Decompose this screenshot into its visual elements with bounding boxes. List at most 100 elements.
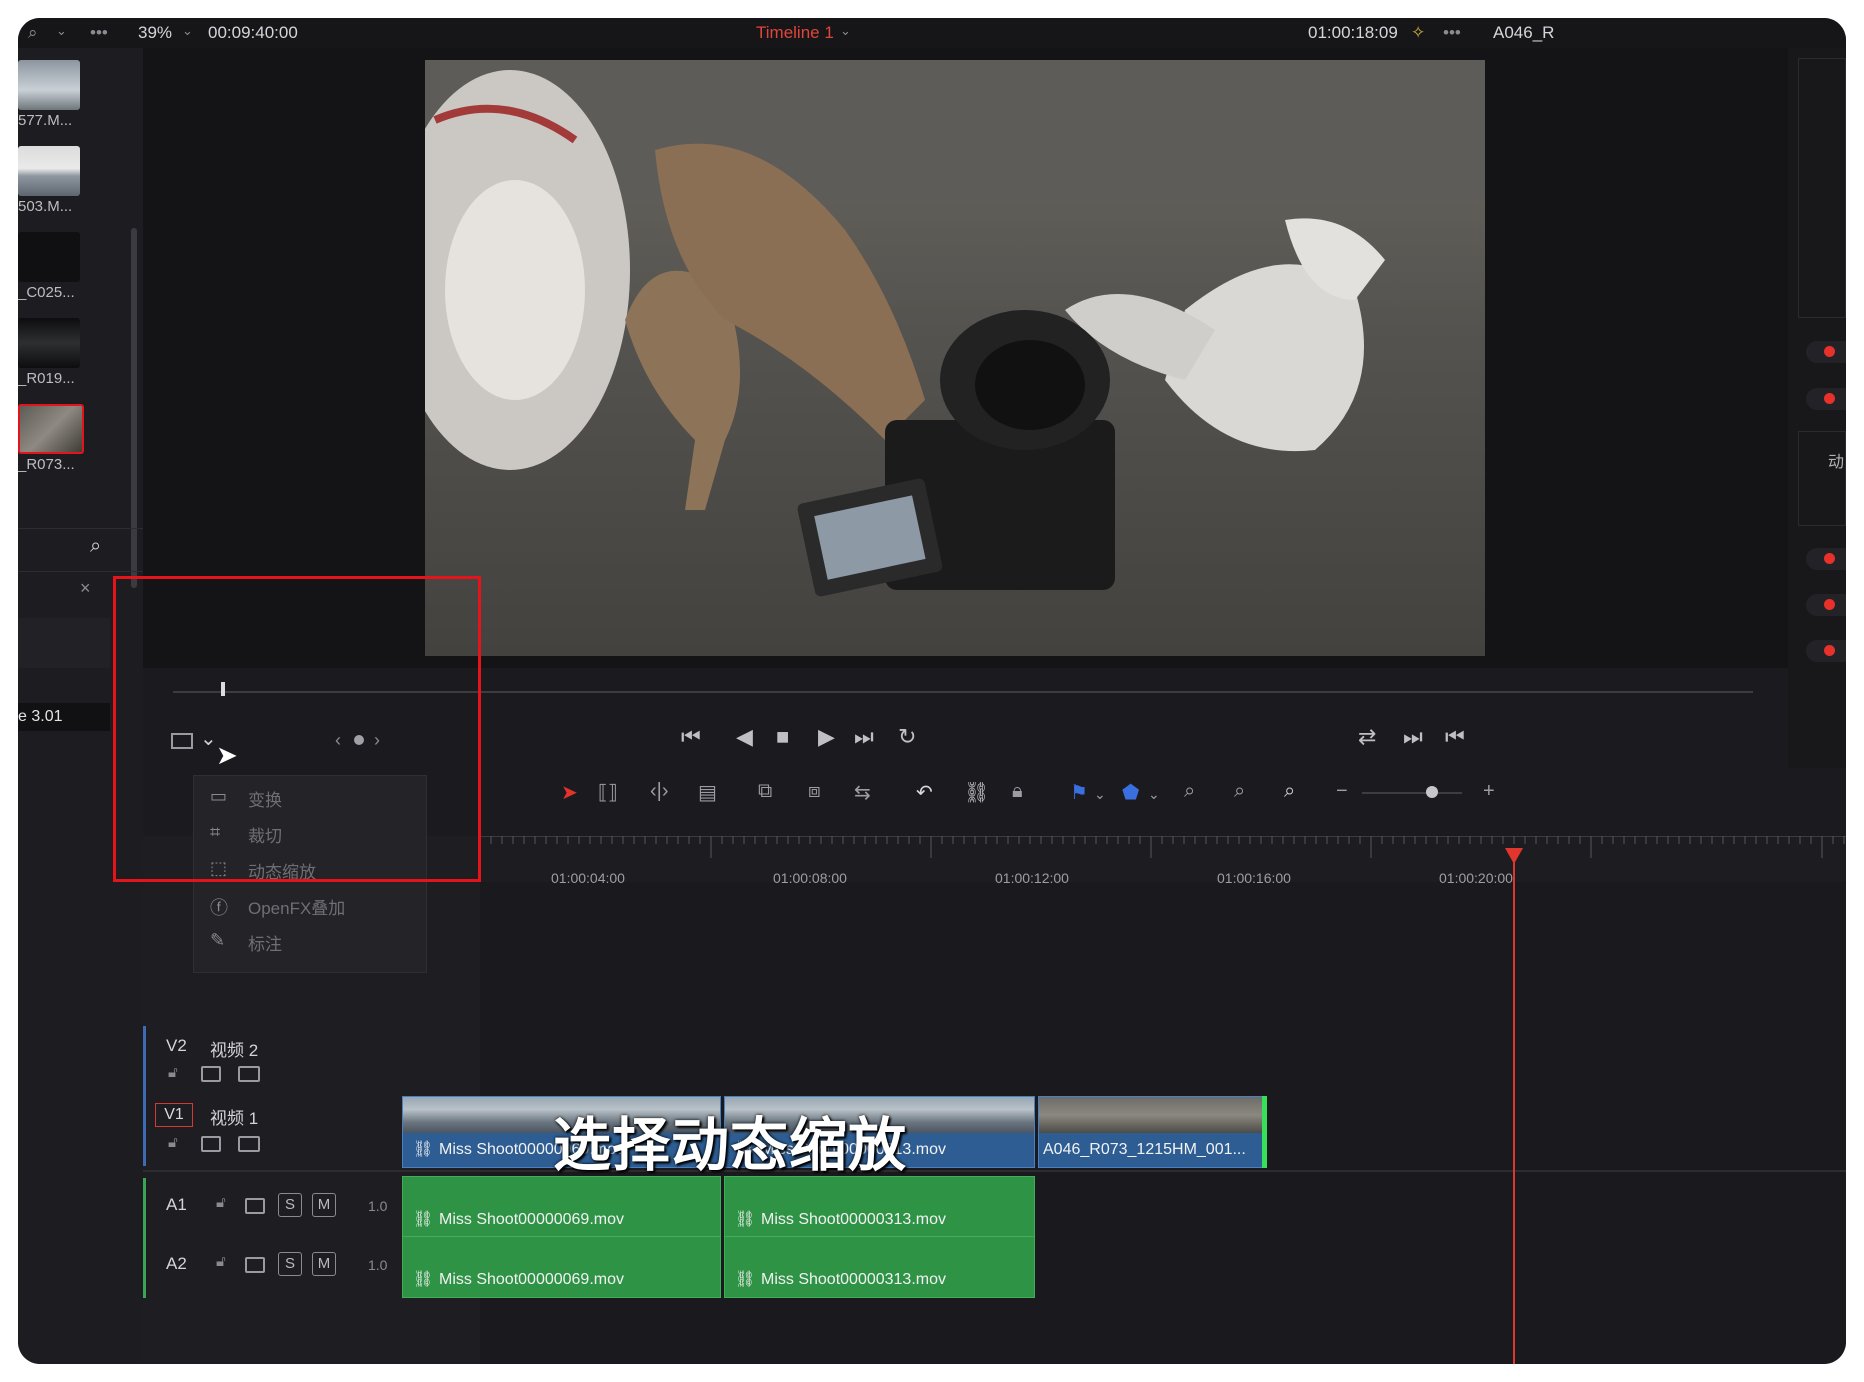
zoom-out-icon[interactable]: −	[1336, 780, 1348, 803]
more-icon[interactable]: •••	[90, 23, 108, 43]
mute-button[interactable]: M	[312, 1252, 336, 1276]
lock-icon[interactable]: 🔓︎	[216, 1253, 226, 1270]
solo-button[interactable]: S	[278, 1193, 302, 1217]
search-icon[interactable]: ⌕	[28, 23, 38, 43]
chevron-down-icon[interactable]: ⌄	[1094, 786, 1106, 803]
timeline-ruler[interactable]	[479, 835, 1846, 882]
divider	[18, 528, 143, 529]
play-reverse-icon[interactable]: ◀	[736, 726, 753, 748]
loop-icon[interactable]: ↻	[898, 726, 916, 748]
track-enable-icon[interactable]	[238, 1066, 260, 1082]
clip-thumbnail[interactable]	[18, 60, 80, 110]
clip-name: A046_R073_1215HM_001...	[1043, 1141, 1246, 1158]
track-enable-icon[interactable]	[238, 1136, 260, 1152]
video-clip[interactable]: A046_R073_1215HM_001...	[1038, 1096, 1265, 1168]
clip-thumbnail[interactable]	[18, 318, 80, 368]
media-pool-scrollbar[interactable]	[131, 228, 137, 588]
audio-clip[interactable]: ⛓ Miss Shoot00000069.mov	[402, 1236, 721, 1298]
replace-clip-icon[interactable]: ⇆	[854, 780, 871, 805]
auto-select-icon[interactable]	[245, 1257, 265, 1273]
blade-tool-icon[interactable]: ▤	[698, 780, 717, 805]
zoom-slider-handle[interactable]	[1426, 786, 1438, 798]
flag-icon[interactable]: ⚑	[1070, 780, 1088, 805]
ruler-tick-label: 01:00:04:00	[551, 870, 625, 886]
search-icon[interactable]: ⌕	[90, 535, 101, 558]
close-icon[interactable]: ×	[80, 578, 91, 599]
audio-clip[interactable]: ⛓ Miss Shoot00000069.mov	[402, 1176, 721, 1238]
clip-thumbnail[interactable]	[18, 232, 80, 282]
highlight-box	[113, 576, 481, 882]
more-options-icon[interactable]: •••	[1443, 23, 1461, 43]
position-lock-icon[interactable]: 🔒︎	[1012, 780, 1023, 803]
audio-clip[interactable]: ⛓ Miss Shoot00000313.mov	[724, 1236, 1035, 1298]
clip-name: Miss Shoot00000313.mov	[761, 1211, 946, 1228]
ruler-tick-label: 01:00:12:00	[995, 870, 1069, 886]
chevron-down-icon[interactable]: ⌄	[56, 23, 67, 39]
enable-toggle[interactable]	[1824, 599, 1835, 610]
link-icon: ⛓	[735, 1211, 756, 1228]
linked-selection-icon[interactable]: ⛓	[964, 780, 989, 805]
clip-label: _R073...	[18, 456, 75, 473]
zoom-level[interactable]: 39%	[138, 23, 172, 43]
go-to-end-icon[interactable]: ⏭	[854, 726, 874, 748]
enable-toggle[interactable]	[1824, 393, 1835, 404]
zoom-slider-track[interactable]	[1362, 792, 1462, 794]
auto-select-icon[interactable]	[201, 1066, 221, 1082]
audio-clip[interactable]: ⛓ Miss Shoot00000313.mov	[724, 1176, 1035, 1238]
track-name-v2[interactable]: 视频 2	[210, 1036, 258, 1061]
ruler-tick-label: 01:00:08:00	[773, 870, 847, 886]
lock-icon[interactable]: 🔓︎	[168, 1064, 178, 1081]
clip-thumbnail[interactable]	[18, 146, 80, 196]
next-edit-icon[interactable]: ⏭	[1403, 726, 1423, 748]
stop-icon[interactable]: ■	[776, 726, 789, 748]
enable-toggle[interactable]	[1824, 553, 1835, 564]
zoom-in-icon[interactable]: +	[1483, 780, 1495, 803]
menu-item-label: OpenFX叠加	[248, 899, 346, 918]
inspector-box	[1798, 431, 1846, 526]
playhead-marker[interactable]	[1505, 848, 1523, 864]
auto-select-icon[interactable]	[201, 1136, 221, 1152]
clip-end-handle[interactable]	[1262, 1096, 1267, 1168]
dynamic-trim-icon[interactable]: ‹|›	[650, 780, 669, 803]
timeline-playhead[interactable]	[1513, 848, 1515, 1364]
sparkle-icon[interactable]: ✧	[1411, 23, 1425, 43]
zoom-full-icon[interactable]: ⌕	[1184, 780, 1195, 803]
marker-icon[interactable]: ⬟	[1122, 780, 1139, 805]
video-frame[interactable]	[425, 60, 1485, 656]
clip-name: Miss Shoot00000069.mov	[439, 1211, 624, 1228]
auto-select-icon[interactable]	[245, 1198, 265, 1214]
timeline-dropdown-icon[interactable]: ⌄	[840, 23, 851, 39]
zoom-custom-icon[interactable]: ⌕	[1284, 780, 1295, 803]
panel-row	[18, 618, 110, 668]
lock-icon[interactable]: 🔓︎	[216, 1194, 226, 1211]
overwrite-clip-icon[interactable]: ⧈	[808, 780, 821, 803]
chevron-down-icon[interactable]: ⌄	[1148, 786, 1160, 803]
menu-item-annotation[interactable]: ✎ 标注	[204, 924, 414, 958]
track-name-v1[interactable]: 视频 1	[210, 1104, 258, 1129]
zoom-detail-icon[interactable]: ⌕	[1234, 780, 1245, 803]
enable-toggle[interactable]	[1824, 645, 1835, 656]
track-id-a1: A1	[166, 1195, 187, 1214]
prev-edit-icon[interactable]: ⏮	[1445, 726, 1465, 748]
match-frame-icon[interactable]: ⇄	[1358, 726, 1376, 748]
clip-label: 503.M...	[18, 198, 73, 215]
timeline-title[interactable]: Timeline 1	[756, 23, 834, 43]
trim-tool-icon[interactable]: ⟦⟧	[598, 780, 618, 805]
track-id-v1[interactable]: V1	[155, 1103, 193, 1127]
solo-button[interactable]: S	[278, 1252, 302, 1276]
play-icon[interactable]: ▶	[818, 726, 835, 748]
clip-filmstrip	[1039, 1097, 1264, 1133]
enable-toggle[interactable]	[1824, 346, 1835, 357]
link-icon: ⛓	[735, 1271, 756, 1288]
snapping-icon[interactable]: ↶	[916, 780, 933, 805]
zoom-dropdown-icon[interactable]: ⌄	[182, 23, 193, 39]
selection-tool-icon[interactable]: ➤	[561, 780, 578, 805]
mute-button[interactable]: M	[312, 1193, 336, 1217]
menu-item-label: 标注	[248, 935, 282, 954]
duration-timecode: 00:09:40:00	[208, 23, 298, 42]
insert-clip-icon[interactable]: ⧉	[758, 780, 772, 803]
clip-thumbnail-selected[interactable]	[18, 404, 84, 454]
menu-item-openfx[interactable]: ⓕ OpenFX叠加	[204, 888, 414, 922]
go-to-start-icon[interactable]: ⏮	[681, 726, 701, 748]
lock-icon[interactable]: 🔓︎	[168, 1134, 178, 1151]
